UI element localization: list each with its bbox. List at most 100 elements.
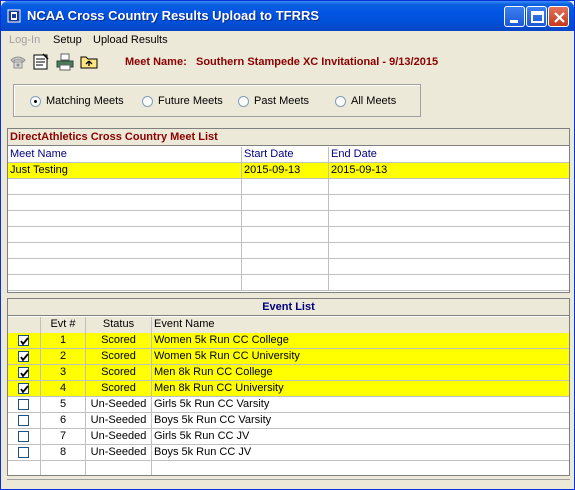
cell-start-date: 2015-09-13: [242, 163, 329, 179]
checkbox-unchecked[interactable]: [18, 447, 29, 458]
meet-list-title: DirectAthletics Cross Country Meet List: [10, 131, 218, 143]
checkbox-checked[interactable]: [18, 367, 29, 378]
column-header-start-date[interactable]: Start Date: [242, 147, 329, 163]
cell-evt-num: 4: [41, 381, 86, 397]
cell-check: [8, 397, 41, 413]
event-row[interactable]: 7 Un-Seeded Girls 5k Run CC JV: [8, 429, 569, 445]
empty-row[interactable]: [8, 195, 569, 211]
check-icon: [20, 337, 29, 346]
empty-row[interactable]: [8, 211, 569, 227]
column-header-status[interactable]: Status: [86, 317, 152, 333]
checkbox-checked[interactable]: [18, 351, 29, 362]
column-header-check: [8, 317, 41, 333]
window-title: NCAA Cross Country Results Upload to TFR…: [27, 8, 320, 23]
cell-meet-name: [8, 211, 242, 227]
cell-check: [8, 381, 41, 397]
check-icon: [20, 353, 29, 362]
column-header-meet-name[interactable]: Meet Name: [8, 147, 242, 163]
cell-check: [8, 461, 41, 475]
checkbox-unchecked[interactable]: [18, 431, 29, 442]
cell-check: [8, 333, 41, 349]
empty-row[interactable]: [8, 259, 569, 275]
cell-event-name: Boys 5k Run CC JV: [154, 446, 252, 458]
check-icon: [20, 369, 29, 378]
cell-event-name: Men 8k Run CC University: [154, 382, 284, 394]
table-row[interactable]: Just Testing 2015-09-13 2015-09-13: [8, 163, 569, 179]
cell-meet-name: [8, 195, 242, 211]
menu-upload-results[interactable]: Upload Results: [93, 34, 168, 46]
column-header-event-name[interactable]: Event Name: [152, 317, 569, 333]
printer-icon[interactable]: [55, 52, 75, 72]
folder-up-icon[interactable]: [79, 52, 99, 72]
cell-start-date: [242, 243, 329, 259]
check-icon: [20, 385, 29, 394]
cell-start-date: [242, 195, 329, 211]
meet-name-label: Meet Name:: [125, 56, 187, 68]
maximize-button[interactable]: [526, 6, 547, 27]
event-row[interactable]: 6 Un-Seeded Boys 5k Run CC Varsity: [8, 413, 569, 429]
radio-button[interactable]: [335, 96, 346, 107]
app-icon: [7, 9, 21, 23]
event-row[interactable]: 8 Un-Seeded Boys 5k Run CC JV: [8, 445, 569, 461]
meet-list-column-headers: Meet Name Start Date End Date: [8, 147, 569, 163]
radio-label: Future Meets: [158, 95, 223, 107]
cell-evt-num: 8: [41, 445, 86, 461]
cell-end-date: [329, 227, 569, 243]
event-row[interactable]: 1 Scored Women 5k Run CC College: [8, 333, 569, 349]
event-row[interactable]: 2 Scored Women 5k Run CC University: [8, 349, 569, 365]
cell-meet-name: [8, 179, 242, 195]
radio-label: Matching Meets: [46, 95, 124, 107]
maximize-icon: [531, 11, 544, 23]
cell-meet-name: Just Testing: [8, 163, 242, 179]
radio-button[interactable]: [142, 96, 153, 107]
cell-end-date: [329, 179, 569, 195]
cell-status: [86, 461, 152, 475]
cell-status: Un-Seeded: [86, 413, 152, 429]
app-window: NCAA Cross Country Results Upload to TFR…: [0, 0, 575, 490]
menu-setup[interactable]: Setup: [53, 34, 82, 46]
cell-check: [8, 413, 41, 429]
checkbox-unchecked[interactable]: [18, 399, 29, 410]
cell-event-name: [152, 461, 569, 475]
menu-log-in[interactable]: Log-In: [9, 34, 40, 46]
checkbox-checked[interactable]: [18, 335, 29, 346]
cell-status: Un-Seeded: [86, 429, 152, 445]
column-header-evt-num[interactable]: Evt #: [41, 317, 86, 333]
phone-icon[interactable]: [8, 52, 28, 72]
cell-end-date: 2015-09-13: [331, 164, 388, 176]
cell-meet-name: [8, 227, 242, 243]
column-header-end-date[interactable]: End Date: [329, 147, 569, 163]
empty-row[interactable]: [8, 275, 569, 291]
radio-label: All Meets: [351, 95, 397, 107]
cell-meet-name: [8, 275, 242, 291]
cell-event-name: Women 5k Run CC University: [154, 350, 300, 362]
title-bar[interactable]: NCAA Cross Country Results Upload to TFR…: [1, 1, 574, 31]
checkbox-unchecked[interactable]: [18, 415, 29, 426]
cell-status: Scored: [86, 333, 152, 349]
close-icon: [554, 12, 565, 23]
radio-label: Past Meets: [254, 95, 310, 107]
checkbox-checked[interactable]: [18, 383, 29, 394]
minimize-button[interactable]: [504, 6, 525, 27]
meet-list-header: DirectAthletics Cross Country Meet List: [8, 129, 569, 146]
cell-event-name: Boys 5k Run CC Varsity: [154, 414, 272, 426]
cell-check: [8, 429, 41, 445]
cell-evt-num: 5: [41, 397, 86, 413]
notepad-icon[interactable]: [31, 52, 51, 72]
radio-button[interactable]: [238, 96, 249, 107]
event-row[interactable]: 4 Scored Men 8k Run CC University: [8, 381, 569, 397]
radio-button-selected[interactable]: [30, 96, 41, 107]
cell-evt-num: 7: [41, 429, 86, 445]
event-list-grid[interactable]: Event List Evt # Status Event Name 1 Scor…: [7, 298, 570, 476]
event-row[interactable]: 5 Un-Seeded Girls 5k Run CC Varsity: [8, 397, 569, 413]
meet-list-grid[interactable]: DirectAthletics Cross Country Meet List …: [7, 128, 570, 293]
cell-evt-num: [41, 461, 86, 475]
empty-row[interactable]: [8, 227, 569, 243]
empty-row[interactable]: [8, 243, 569, 259]
cell-status: Scored: [86, 381, 152, 397]
event-row[interactable]: 3 Scored Men 8k Run CC College: [8, 365, 569, 381]
close-button[interactable]: [548, 6, 569, 27]
cell-start-date: [242, 275, 329, 291]
empty-row[interactable]: [8, 461, 569, 475]
empty-row[interactable]: [8, 179, 569, 195]
